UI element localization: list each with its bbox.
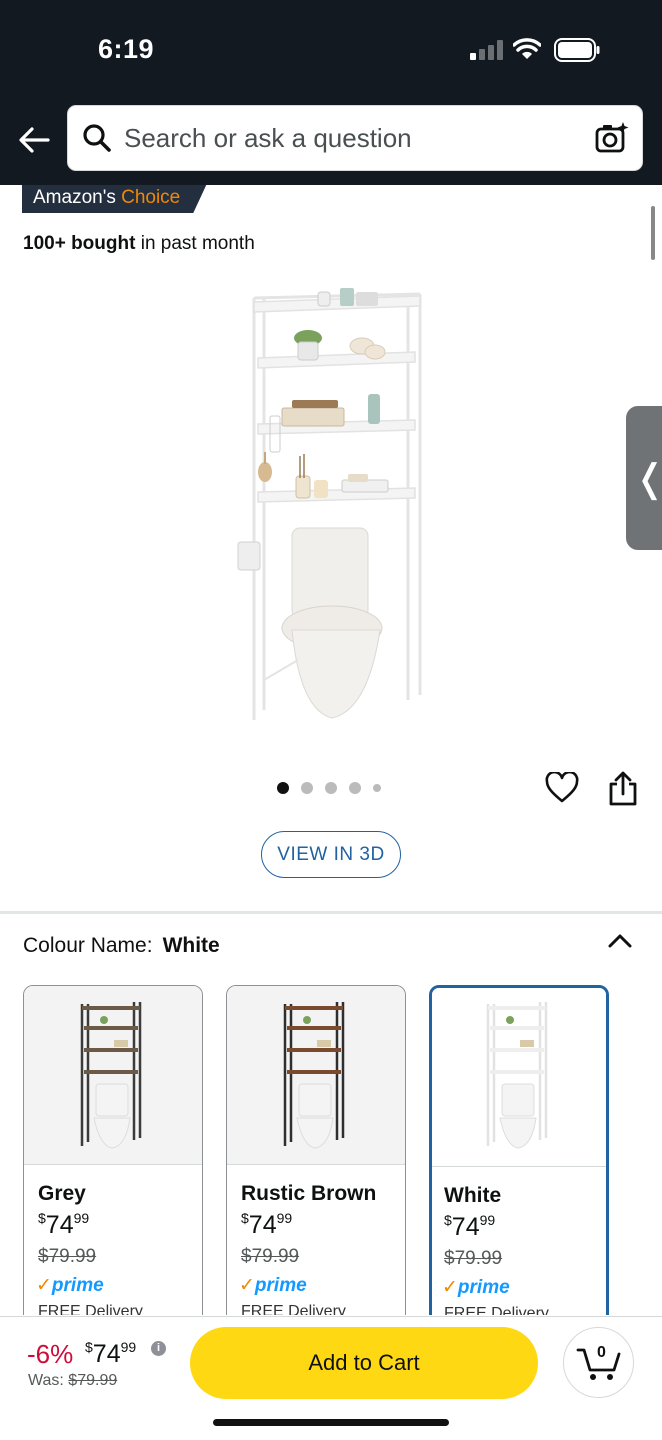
info-icon[interactable]: i	[151, 1341, 166, 1356]
colour-variant-list: Grey $7499 $79.99 ✓prime FREE Delivery R…	[23, 985, 662, 1315]
variant-card-white[interactable]: White $7499 $79.99 ✓prime FREE Delivery	[429, 985, 609, 1315]
side-panel-toggle[interactable]: ❬	[626, 406, 662, 550]
prime-badge: ✓prime	[36, 1275, 104, 1296]
variant-thumbnail	[227, 986, 405, 1165]
search-icon	[83, 124, 111, 152]
prime-check-icon: ✓	[442, 1277, 458, 1298]
search-input[interactable]	[124, 118, 584, 158]
variant-name: White	[444, 1184, 502, 1207]
colour-selector-label: Colour Name: White	[23, 934, 220, 958]
search-bar[interactable]	[67, 105, 643, 171]
bought-in-past-month: 100+ bought in past month	[23, 233, 255, 255]
pagination-dot[interactable]	[301, 782, 313, 794]
image-pagination-dots[interactable]	[277, 782, 381, 794]
prime-badge: ✓prime	[239, 1275, 307, 1296]
variant-delivery: FREE Delivery	[38, 1303, 143, 1315]
scrollbar[interactable]	[651, 206, 655, 260]
variant-price: $7499	[241, 1210, 293, 1239]
current-price: $7499	[85, 1339, 137, 1368]
variant-thumbnail	[24, 986, 202, 1165]
status-time: 6:19	[98, 34, 155, 64]
pagination-dot[interactable]	[325, 782, 337, 794]
home-indicator[interactable]	[213, 1419, 449, 1426]
prime-check-icon: ✓	[36, 1275, 52, 1296]
variant-image	[283, 1002, 345, 1149]
share-icon[interactable]	[607, 770, 639, 806]
variant-name: Rustic Brown	[241, 1182, 377, 1205]
camera-search-icon[interactable]	[594, 120, 630, 156]
cart-count: 0	[597, 1344, 606, 1361]
view-in-3d-button[interactable]: VIEW IN 3D	[261, 831, 401, 878]
variant-thumbnail	[432, 988, 606, 1167]
variant-price: $7499	[444, 1212, 496, 1241]
variant-name: Grey	[38, 1182, 86, 1205]
variant-delivery: FREE Delivery	[241, 1303, 346, 1315]
discount-percent: -6%	[27, 1339, 74, 1369]
product-image[interactable]	[230, 280, 440, 730]
pagination-dot[interactable]	[277, 782, 289, 794]
heart-icon[interactable]	[545, 772, 579, 804]
variant-card-rustic-brown[interactable]: Rustic Brown $7499 $79.99 ✓prime FREE De…	[226, 985, 406, 1315]
variant-image	[80, 1002, 142, 1149]
add-to-cart-button[interactable]: Add to Cart	[190, 1327, 538, 1399]
section-divider	[0, 911, 662, 914]
app-header: 6:19	[0, 0, 662, 185]
prime-check-icon: ✓	[239, 1275, 255, 1296]
variant-price: $7499	[38, 1210, 90, 1239]
pagination-dot[interactable]	[373, 784, 381, 792]
variant-was-price: $79.99	[241, 1246, 300, 1267]
variant-was-price: $79.99	[38, 1246, 97, 1267]
colour-label: Colour Name:	[23, 934, 153, 957]
amazons-choice-badge: Amazon's Choice	[22, 185, 206, 213]
was-price: Was: $79.99	[28, 1372, 118, 1389]
bought-rest: in past month	[135, 233, 255, 254]
badge-prefix: Amazon's	[33, 187, 122, 208]
cart-button[interactable]: 0	[563, 1327, 634, 1398]
back-arrow-icon[interactable]	[16, 122, 52, 158]
chevron-up-icon[interactable]	[606, 928, 634, 952]
colour-value: White	[162, 934, 220, 957]
pagination-dot[interactable]	[349, 782, 361, 794]
badge-highlight: Choice	[121, 187, 181, 208]
variant-delivery: FREE Delivery	[444, 1305, 549, 1315]
prime-badge: ✓prime	[442, 1277, 510, 1298]
cellular-signal-icon	[470, 40, 503, 60]
chevron-left-icon: ❬	[634, 456, 662, 501]
variant-image	[486, 1002, 548, 1149]
bought-count: 100+ bought	[23, 233, 136, 254]
variant-card-grey[interactable]: Grey $7499 $79.99 ✓prime FREE Delivery	[23, 985, 203, 1315]
battery-icon	[554, 38, 600, 62]
variant-was-price: $79.99	[444, 1248, 503, 1269]
wifi-icon	[513, 38, 541, 59]
